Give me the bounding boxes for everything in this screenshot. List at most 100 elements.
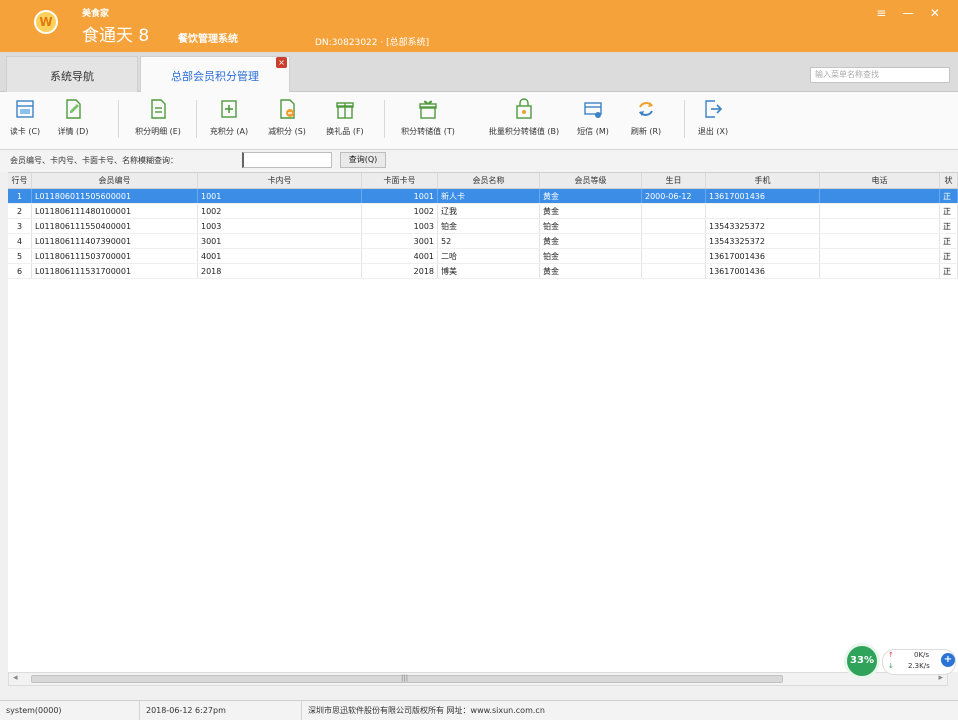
points-to-balance-label: 积分转储值 (T) [401, 127, 455, 136]
horizontal-scrollbar[interactable]: ◂ ||| ▸ [8, 672, 948, 686]
member-level-cell: 黄金 [540, 264, 642, 278]
mobile-cell: 13617001436 [706, 264, 820, 278]
batch-points-to-balance-label: 批量积分转储值 (B) [488, 127, 560, 136]
phone-cell [820, 249, 940, 263]
details-button[interactable]: 详情 (D) [50, 98, 96, 144]
birthday-cell: 2000-06-12 [642, 189, 706, 203]
sms-label: 短信 (M) [577, 127, 609, 136]
deduct-points-button[interactable]: 减积分 (S) [259, 98, 315, 144]
points-to-balance-button[interactable]: 积分转储值 (T) [392, 98, 464, 144]
column-header[interactable]: 卡内号 [198, 173, 362, 188]
card-inner-no-cell: 2018 [198, 264, 362, 278]
card-inner-no-cell: 4001 [198, 249, 362, 263]
column-header[interactable]: 生日 [642, 173, 706, 188]
status-cell: 正 [940, 189, 958, 203]
query-input[interactable] [242, 152, 332, 168]
plus-icon[interactable]: + [941, 653, 955, 667]
card-face-no-cell: 2018 [362, 264, 438, 278]
birthday-cell [642, 219, 706, 233]
exit-button[interactable]: 退出 (X) [694, 98, 732, 144]
column-header[interactable]: 状 [940, 173, 958, 188]
status-cell: 正 [940, 234, 958, 248]
column-header[interactable]: 手机 [706, 173, 820, 188]
window-controls[interactable]: ≡ — ✕ [876, 6, 946, 20]
sms-button[interactable]: 短信 (M) [576, 98, 610, 144]
toolbar-separator [384, 100, 385, 138]
card-face-no-cell: 1001 [362, 189, 438, 203]
tab-system-navigation[interactable]: 系统导航 [6, 56, 138, 92]
scroll-left-arrow-icon[interactable]: ◂ [13, 673, 18, 683]
menu-search-input[interactable]: 输入菜单名称查找 [810, 67, 950, 83]
table-row[interactable]: 3 L011806111550400001 1003 1003 铂金 铂金 13… [8, 219, 958, 234]
add-points-label: 充积分 (A) [209, 127, 249, 136]
member-id-cell: L011806111407390001 [32, 234, 198, 248]
toolbar-separator [196, 100, 197, 138]
member-level-cell: 铂金 [540, 219, 642, 233]
download-arrow-icon: ↓ [888, 662, 894, 670]
exit-label: 退出 (X) [697, 127, 729, 136]
tab-member-points[interactable]: 总部会员积分管理 [140, 56, 290, 92]
member-name-cell: 52 [438, 234, 540, 248]
member-level-cell: 黄金 [540, 204, 642, 218]
dn-info: DN:30823022 · [总部系统] [315, 38, 430, 48]
mobile-cell: 13543325372 [706, 219, 820, 233]
member-name-cell: 新人卡 [438, 189, 540, 203]
status-cell: 正 [940, 204, 958, 218]
table-row[interactable]: 2 L011806111480100001 1002 1002 辽我 黄金 正 [8, 204, 958, 219]
row-number: 3 [8, 219, 32, 233]
sms-icon [584, 102, 602, 118]
member-id-cell: L011806111503700001 [32, 249, 198, 263]
app-logo: W [34, 10, 58, 34]
birthday-cell [642, 264, 706, 278]
network-usage-ball[interactable]: 33% [844, 643, 880, 679]
brand-name: 食通天 8 [82, 26, 150, 46]
tab-close-icon[interactable]: × [276, 57, 287, 68]
refresh-label: 刷新 (R) [630, 127, 662, 136]
table-row[interactable]: 4 L011806111407390001 3001 3001 52 黄金 13… [8, 234, 958, 249]
table-row[interactable]: 6 L011806111531700001 2018 2018 博美 黄金 13… [8, 264, 958, 279]
member-name-cell: 铂金 [438, 219, 540, 233]
card-inner-no-cell: 3001 [198, 234, 362, 248]
points-detail-button[interactable]: 积分明细 (E) [122, 98, 194, 144]
brand-subtitle: 餐饮管理系统 [178, 34, 238, 45]
mobile-cell: 13617001436 [706, 189, 820, 203]
member-level-cell: 铂金 [540, 249, 642, 263]
add-points-button[interactable]: 充积分 (A) [201, 98, 257, 144]
table-row[interactable]: 5 L011806111503700001 4001 4001 二哈 铂金 13… [8, 249, 958, 264]
column-header[interactable]: 电话 [820, 173, 940, 188]
exchange-gift-button[interactable]: 换礼品 (F) [318, 98, 372, 144]
phone-cell [820, 204, 940, 218]
scrollbar-grip-icon: ||| [401, 674, 409, 682]
status-cell: 正 [940, 264, 958, 278]
status-cell: 正 [940, 249, 958, 263]
phone-cell [820, 264, 940, 278]
column-header[interactable]: 行号 [8, 173, 32, 188]
card-inner-no-cell: 1003 [198, 219, 362, 233]
column-header[interactable]: 卡面卡号 [362, 173, 438, 188]
network-speed-widget[interactable]: 33% ↑ 0K/s ↓ 2.3K/s + [842, 643, 958, 681]
column-header[interactable]: 会员名称 [438, 173, 540, 188]
table-row[interactable]: 1 L011806011505600001 1001 1001 新人卡 黄金 2… [8, 189, 958, 204]
exit-icon [705, 100, 723, 118]
mobile-cell: 13543325372 [706, 234, 820, 248]
row-number: 1 [8, 189, 32, 203]
card-face-no-cell: 1002 [362, 204, 438, 218]
phone-cell [820, 234, 940, 248]
row-number: 2 [8, 204, 32, 218]
brand-small-text: 美食家 [82, 9, 110, 19]
card-inner-no-cell: 1001 [198, 189, 362, 203]
row-number: 6 [8, 264, 32, 278]
convert-icon [419, 100, 437, 119]
phone-cell [820, 189, 940, 203]
member-id-cell: L011806111480100001 [32, 204, 198, 218]
query-button[interactable]: 查询(Q) [340, 152, 386, 168]
points-detail-icon [151, 99, 166, 119]
read-card-button[interactable]: 读卡 (C) [8, 98, 42, 144]
row-number: 5 [8, 249, 32, 263]
column-header[interactable]: 会员等级 [540, 173, 642, 188]
status-copyright: 深圳市思迅软件股份有限公司版权所有 网址：www.sixun.com.cn [308, 706, 545, 715]
column-header[interactable]: 会员编号 [32, 173, 198, 188]
refresh-button[interactable]: 刷新 (R) [626, 98, 666, 144]
batch-points-to-balance-button[interactable]: 批量积分转储值 (B) [474, 98, 574, 144]
add-points-icon [221, 100, 237, 118]
